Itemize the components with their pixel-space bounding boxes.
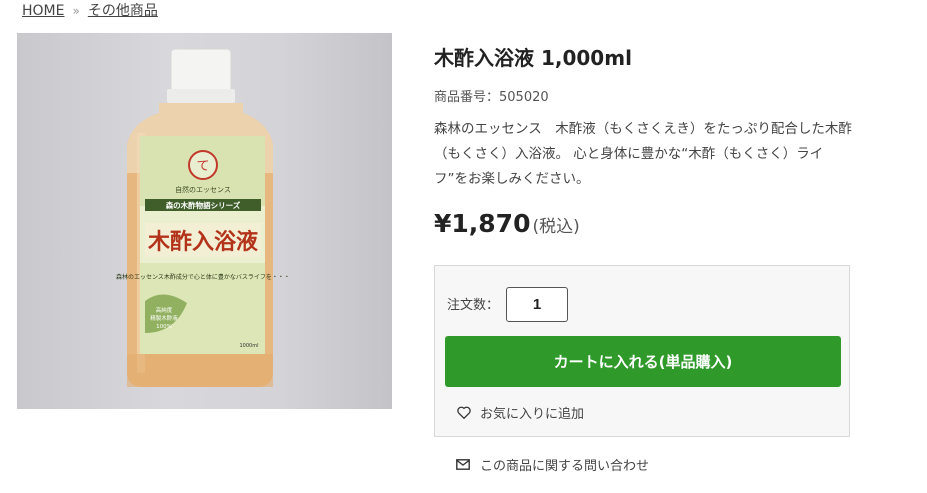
- product-code: 商品番号：505020: [434, 90, 549, 105]
- cart-box: 注文数： カートに入れる(単品購入) お気に入りに追加: [434, 265, 850, 437]
- price: ¥1,870 (税込): [434, 209, 580, 238]
- label-badge-line1: 高純度: [156, 306, 173, 314]
- label-product-name: 木酢入浴液: [147, 229, 258, 255]
- label-header-text: 自然のエッセンス: [175, 185, 231, 194]
- add-to-cart-button[interactable]: カートに入れる(単品購入): [445, 336, 841, 387]
- label-badge-line2: 精製木酢液: [150, 314, 178, 322]
- quantity-input[interactable]: [506, 287, 568, 322]
- breadcrumb-separator: »: [72, 4, 80, 18]
- product-title: 木酢入浴液 1,000ml: [434, 46, 632, 70]
- product-image: て 自然のエッセンス 森の木酢物語シリーズ 木酢入浴液 森林のエッセンス木酢成分…: [17, 33, 392, 409]
- breadcrumb: HOME » その他商品: [22, 0, 158, 20]
- product-inquiry-link[interactable]: この商品に関する問い合わせ: [456, 455, 649, 474]
- label-badge-line3: 100%: [156, 324, 172, 330]
- breadcrumb-home-link[interactable]: HOME: [22, 3, 64, 19]
- label-series-text: 森の木酢物語シリーズ: [166, 200, 241, 210]
- product-bottle-illustration: て 自然のエッセンス 森の木酢物語シリーズ 木酢入浴液 森林のエッセンス木酢成分…: [116, 48, 290, 387]
- label-tagline-text: 森林のエッセンス木酢成分で心と体に豊かなバスライフを・・・: [116, 273, 290, 281]
- svg-text:て: て: [196, 159, 209, 174]
- add-to-favorites-label: お気に入りに追加: [480, 407, 585, 422]
- add-to-favorites-link[interactable]: お気に入りに追加: [457, 403, 584, 422]
- quantity-label: 注文数：: [447, 298, 500, 313]
- breadcrumb-category-link[interactable]: その他商品: [88, 3, 158, 19]
- label-volume-text: 1000ml: [240, 343, 259, 349]
- price-amount: ¥1,870: [434, 209, 531, 238]
- mail-icon: [456, 459, 470, 470]
- product-inquiry-label: この商品に関する問い合わせ: [480, 459, 650, 474]
- product-description: 森林のエッセンス 木酢液（もくさくえき）をたっぷり配合した木酢（もくさく）入浴液…: [434, 121, 852, 187]
- heart-icon: [457, 406, 471, 419]
- price-tax-note: (税込): [532, 217, 580, 237]
